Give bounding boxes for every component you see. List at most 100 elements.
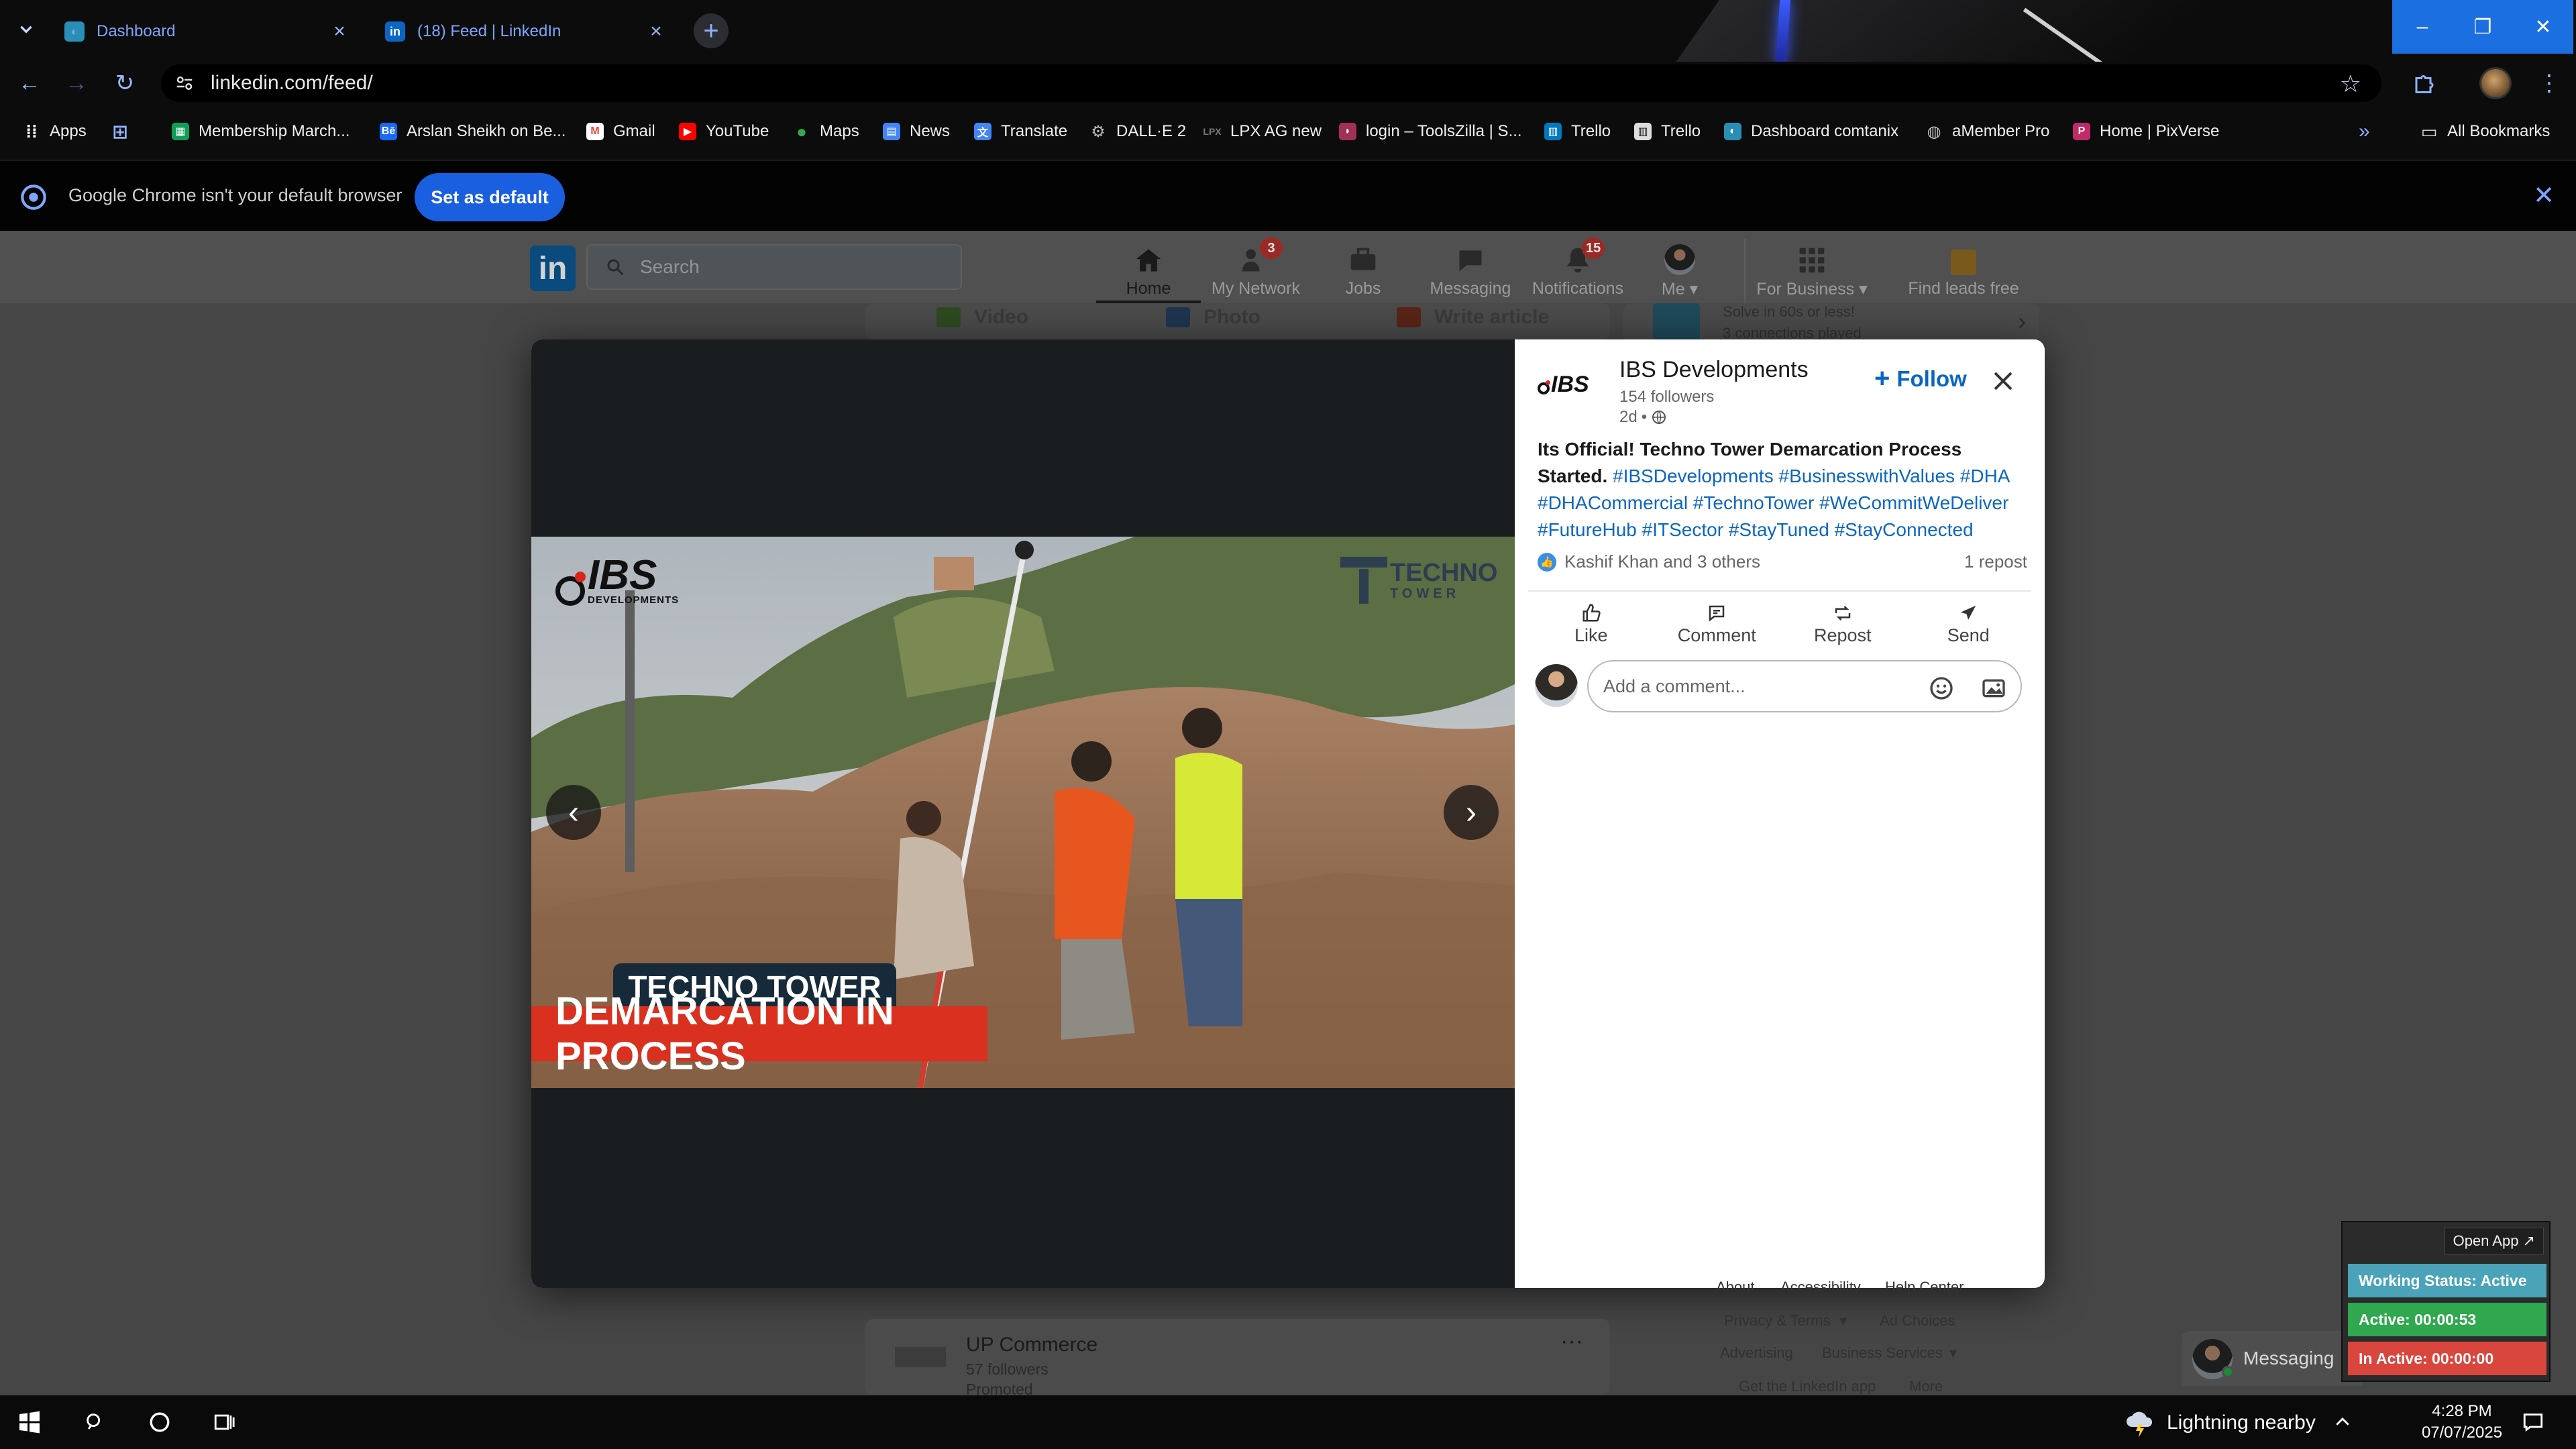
bookmark-dashboard-comtanix[interactable]: ◐ Dashboard comtanix: [1724, 117, 1898, 146]
search-button[interactable]: [79, 1406, 111, 1438]
footer-link[interactable]: About: [1716, 1279, 1755, 1296]
bookmark-grid[interactable]: ⊞: [111, 117, 129, 146]
footer-link[interactable]: Get the LinkedIn app: [1739, 1378, 1876, 1395]
tab-search-button[interactable]: [9, 12, 43, 46]
chrome-menu-icon[interactable]: ⋮: [2536, 67, 2563, 99]
bookmark-star-icon[interactable]: ☆: [2340, 70, 2361, 98]
new-tab-button[interactable]: +: [694, 13, 729, 48]
previous-image-button[interactable]: ‹: [546, 785, 601, 840]
bookmark-trello[interactable]: ▥ Trello: [1544, 117, 1611, 146]
task-view-button[interactable]: [208, 1406, 240, 1438]
close-button[interactable]: [1984, 362, 2022, 400]
more-options-icon[interactable]: ···: [1560, 1328, 1583, 1354]
footer-link[interactable]: Business Services: [1822, 1344, 1943, 1362]
emoji-icon[interactable]: [1927, 674, 1956, 703]
forward-button[interactable]: →: [59, 66, 94, 101]
profile-avatar[interactable]: [2479, 67, 2512, 99]
hashtag[interactable]: #ITSector: [1642, 519, 1723, 540]
hashtag[interactable]: #FutureHub: [1538, 519, 1637, 540]
follow-button[interactable]: + Follow: [1874, 364, 1967, 394]
bookmark-news[interactable]: ▤ News: [883, 117, 950, 146]
bookmark-toolszilla[interactable]: ◗ login – ToolsZilla | S...: [1339, 117, 1522, 146]
company-logo[interactable]: IBS: [1538, 373, 1609, 412]
linkedin-logo[interactable]: in: [530, 246, 576, 291]
bookmark-translate[interactable]: 文 Translate: [974, 117, 1067, 146]
footer-link[interactable]: Help Center: [1885, 1279, 1964, 1296]
hashtag[interactable]: #TechnoTower: [1693, 492, 1815, 513]
bookmark-maps[interactable]: ● Maps: [793, 117, 859, 146]
extensions-button[interactable]: [2408, 67, 2440, 99]
nav-me[interactable]: Me ▾: [1633, 239, 1727, 303]
system-clock[interactable]: 4:28 PM 07/07/2025: [2415, 1401, 2509, 1444]
hashtag[interactable]: #BusinesswithValues: [1779, 466, 1955, 486]
hashtag[interactable]: #DHA: [1960, 466, 2010, 486]
hashtag[interactable]: #StayConnected: [1835, 519, 1974, 540]
footer-link[interactable]: More: [1909, 1378, 1943, 1395]
close-window-button[interactable]: ✕: [2513, 0, 2573, 54]
bookmark-trello-2[interactable]: ▥ Trello: [1634, 117, 1701, 146]
image-upload-icon[interactable]: [1979, 674, 2008, 703]
bookmark-pixverse[interactable]: P Home | PixVerse: [2073, 117, 2219, 146]
bookmark-youtube[interactable]: ▶ YouTube: [679, 117, 769, 146]
repost-button[interactable]: Repost: [1780, 592, 1906, 656]
like-button[interactable]: Like: [1528, 592, 1654, 656]
write-article-button[interactable]: Write article: [1397, 306, 1549, 329]
hashtag[interactable]: #IBSDevelopments: [1613, 466, 1774, 486]
video-button[interactable]: Video: [936, 306, 1028, 329]
company-name[interactable]: UP Commerce: [966, 1334, 1097, 1356]
chevron-right-icon[interactable]: ›: [2018, 307, 2026, 335]
bookmark-membership[interactable]: ▦ Membership March...: [172, 117, 350, 146]
weather-widget[interactable]: Lightning nearby: [2124, 1407, 2316, 1438]
footer-link[interactable]: Ad Choices: [1880, 1312, 1955, 1330]
restore-button[interactable]: ❐: [2453, 0, 2513, 54]
next-image-button[interactable]: ›: [1444, 785, 1499, 840]
company-logo[interactable]: [895, 1347, 946, 1367]
search-input[interactable]: Search: [586, 244, 962, 290]
nav-messaging[interactable]: Messaging: [1418, 239, 1523, 303]
footer-link[interactable]: Advertising: [1720, 1344, 1793, 1362]
tab-linkedin[interactable]: in (18) Feed | LinkedIn ×: [368, 9, 684, 54]
bookmark-dalle[interactable]: ⚙ DALL·E 2: [1089, 117, 1186, 146]
reload-button[interactable]: ↻: [107, 66, 142, 101]
hashtag[interactable]: #DHACommercial: [1538, 492, 1688, 513]
back-button[interactable]: ←: [12, 66, 47, 101]
start-button[interactable]: [13, 1406, 46, 1438]
tab-dashboard[interactable]: ◐ Dashboard ×: [47, 9, 368, 54]
nav-home[interactable]: Home: [1096, 239, 1201, 303]
messaging-dock[interactable]: Messaging: [2182, 1331, 2363, 1386]
bookmark-apps[interactable]: ⁞⁞ Apps: [23, 117, 86, 146]
hashtag[interactable]: #StayTuned: [1729, 519, 1829, 540]
repost-count[interactable]: 1 repost: [1964, 551, 2027, 572]
company-name[interactable]: IBS Developments: [1619, 357, 1809, 383]
reactions-summary[interactable]: 👍 Kashif Khan and 3 others: [1538, 551, 1760, 572]
nav-my-network[interactable]: 3 My Network: [1203, 237, 1308, 303]
photo-button[interactable]: Photo: [1166, 306, 1260, 329]
set-as-default-button[interactable]: Set as default: [415, 173, 565, 221]
nav-for-business[interactable]: For Business ▾: [1744, 239, 1878, 303]
tray-overflow-icon[interactable]: [2326, 1406, 2359, 1438]
close-tab-icon[interactable]: ×: [645, 20, 667, 42]
site-settings-icon[interactable]: [174, 73, 195, 93]
close-tab-icon[interactable]: ×: [329, 20, 350, 42]
comment-button[interactable]: Comment: [1654, 592, 1780, 656]
comment-input[interactable]: Add a comment...: [1587, 660, 2022, 712]
bookmark-amember[interactable]: ◍ aMember Pro: [1925, 117, 2050, 146]
bookmark-lpx[interactable]: LPX LPX AG new: [1203, 117, 1322, 146]
bookmarks-overflow-icon[interactable]: »: [2359, 117, 2370, 146]
send-button[interactable]: Send: [1906, 592, 2032, 656]
nav-jobs[interactable]: Jobs: [1311, 239, 1415, 303]
nav-find-leads[interactable]: Find leads free: [1893, 239, 2034, 303]
action-center-button[interactable]: [2517, 1406, 2549, 1438]
hashtag[interactable]: #WeCommitWeDeliver: [1819, 492, 2008, 513]
open-app-button[interactable]: Open App ↗: [2444, 1228, 2544, 1254]
footer-link[interactable]: Accessibility: [1780, 1279, 1861, 1296]
bookmark-gmail[interactable]: M Gmail: [586, 117, 655, 146]
address-bar[interactable]: linkedin.com/feed/ ☆: [161, 64, 2381, 102]
bookmark-behance[interactable]: Bē Arslan Sheikh on Be...: [380, 117, 566, 146]
puzzle-game-card[interactable]: Solve in 60s or less! 3 connections play…: [1623, 303, 2039, 345]
footer-link[interactable]: Privacy & Terms: [1724, 1312, 1831, 1330]
minimize-button[interactable]: –: [2392, 0, 2453, 54]
cortana-button[interactable]: [144, 1406, 176, 1438]
close-icon[interactable]: ✕: [2529, 181, 2559, 211]
nav-notifications[interactable]: 15 Notifications: [1525, 237, 1630, 303]
